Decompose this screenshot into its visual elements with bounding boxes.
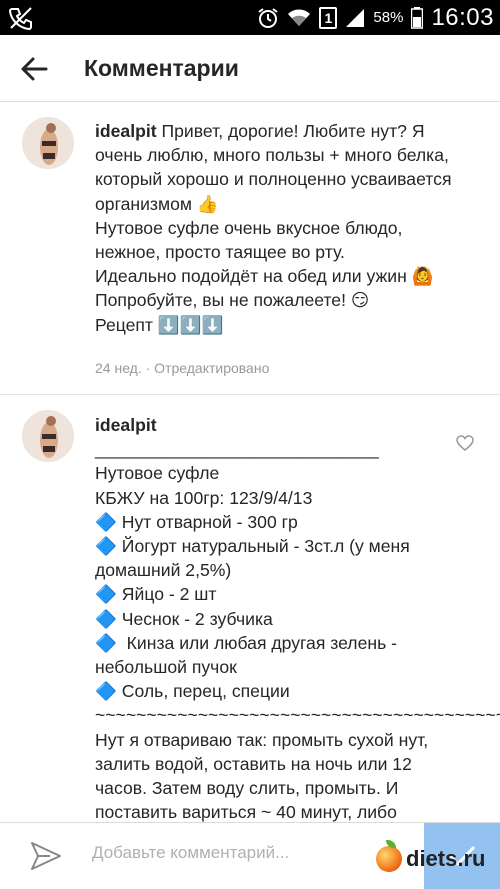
heart-icon[interactable] (456, 435, 474, 451)
comment-body: idealpit Привет, дорогие! Любите нут? Я … (95, 119, 470, 337)
sim-icon: 1 (319, 6, 338, 29)
comment-item: idealpit _____________________________ Н… (0, 395, 500, 822)
wifi-icon (288, 9, 311, 26)
watermark: diets.ru (376, 840, 486, 872)
send-icon[interactable] (30, 841, 62, 871)
page-title: Комментарии (84, 55, 239, 81)
comment-input[interactable] (92, 843, 392, 863)
phone-settings-icon (8, 7, 32, 30)
comment-item: idealpit Привет, дорогие! Любите нут? Я … (0, 102, 500, 394)
status-bar: 1 58% 16:03 (0, 0, 500, 35)
signal-icon (346, 8, 365, 27)
battery-icon (411, 6, 424, 29)
fruit-logo-icon (376, 840, 402, 872)
comment-text: Привет, дорогие! Любите нут? Я очень люб… (95, 121, 452, 335)
avatar[interactable] (22, 410, 74, 462)
avatar[interactable] (22, 117, 74, 169)
clock: 16:03 (431, 3, 494, 31)
back-arrow-icon[interactable] (18, 53, 50, 85)
comment-meta: 24 нед. · Отредактировано (95, 360, 270, 376)
comment-username[interactable]: idealpit (95, 415, 157, 435)
comment-text: _____________________________ Нутовое су… (95, 439, 500, 822)
alarm-icon (258, 7, 279, 28)
app-bar: Комментарии (0, 35, 500, 102)
comment-username[interactable]: idealpit (95, 121, 157, 141)
battery-percent: 58% (373, 9, 404, 26)
watermark-text: diets.ru (406, 846, 486, 871)
comment-body: idealpit _____________________________ Н… (95, 413, 500, 822)
